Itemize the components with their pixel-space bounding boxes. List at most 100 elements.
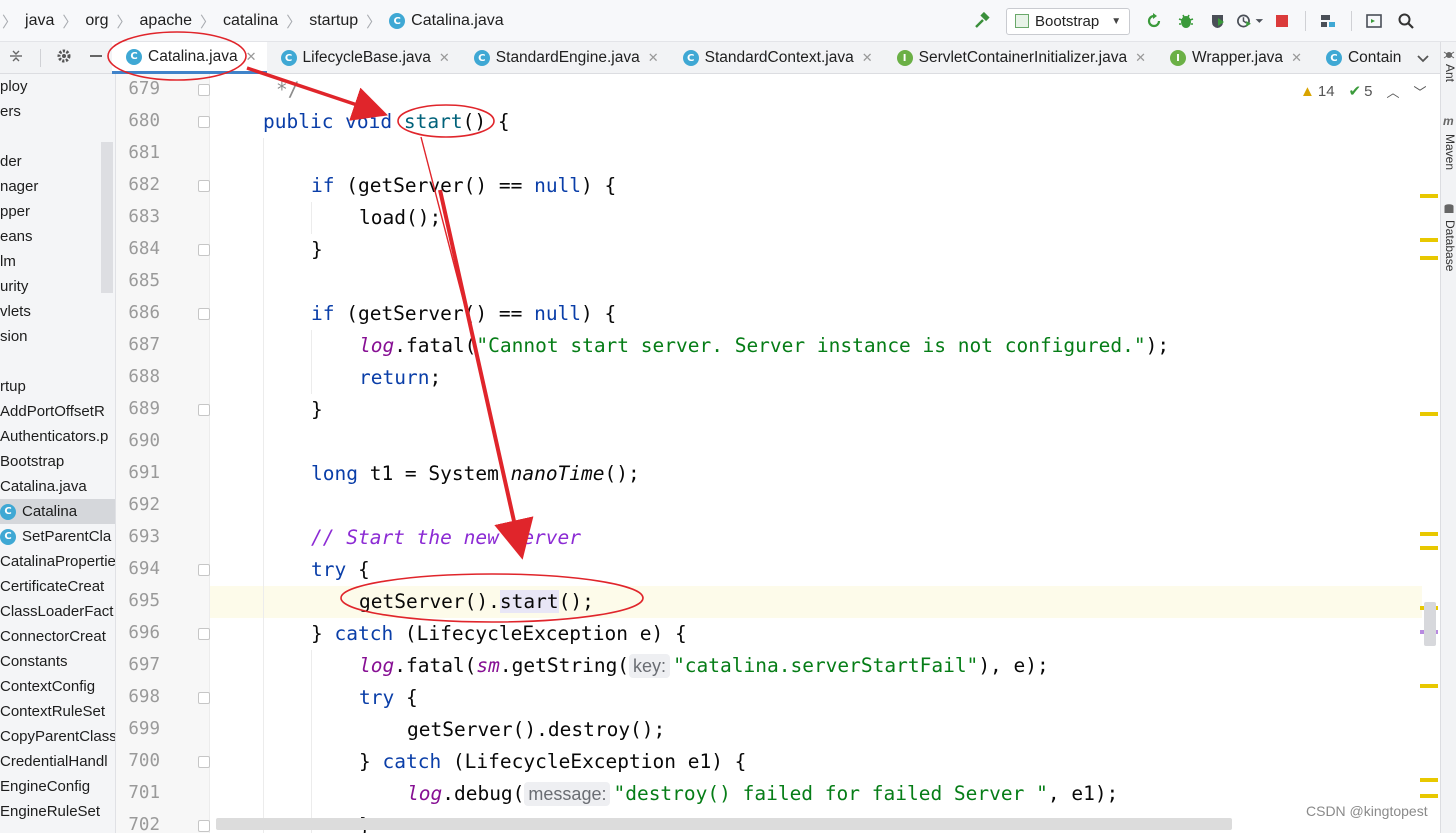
tree-item[interactable]: Constants bbox=[0, 649, 68, 674]
tree-item-selected[interactable]: C Catalina bbox=[0, 499, 115, 524]
tree-item[interactable]: ers bbox=[0, 99, 21, 124]
tab-servletcontainerinitializer-java[interactable]: I ServletContainerInitializer.java ✕ bbox=[883, 42, 1156, 74]
warning-marker[interactable] bbox=[1420, 546, 1438, 550]
tool-window-maven[interactable]: Maven bbox=[1441, 134, 1456, 170]
tree-item[interactable]: pper bbox=[0, 199, 30, 224]
close-icon[interactable]: ✕ bbox=[439, 50, 450, 66]
collapse-all-icon[interactable] bbox=[8, 48, 24, 68]
tree-item[interactable]: ContextRuleSet bbox=[0, 699, 105, 724]
warning-marker[interactable] bbox=[1420, 256, 1438, 260]
fold-marker[interactable] bbox=[198, 308, 210, 320]
tree-item[interactable]: rtup bbox=[0, 374, 26, 399]
close-icon[interactable]: ✕ bbox=[648, 50, 659, 66]
search-icon[interactable] bbox=[1392, 7, 1420, 35]
tab-container[interactable]: C Contain bbox=[1312, 42, 1411, 74]
tab-standardcontext-java[interactable]: C StandardContext.java ✕ bbox=[669, 42, 883, 74]
close-icon[interactable]: ✕ bbox=[246, 49, 257, 65]
terminal-icon[interactable] bbox=[1360, 7, 1388, 35]
tree-item[interactable]: EngineConfig bbox=[0, 774, 90, 799]
fold-marker[interactable] bbox=[198, 404, 210, 416]
fold-marker[interactable] bbox=[198, 692, 210, 704]
profile-icon[interactable] bbox=[1236, 7, 1264, 35]
fold-marker[interactable] bbox=[198, 820, 210, 832]
minimize-icon[interactable] bbox=[88, 48, 104, 68]
line-number: 702 bbox=[128, 815, 160, 833]
tab-lifecyclebase-java[interactable]: C LifecycleBase.java ✕ bbox=[267, 42, 460, 74]
tree-item[interactable]: Catalina.java bbox=[0, 474, 87, 499]
tree-item[interactable]: vlets bbox=[0, 299, 31, 324]
warning-marker[interactable] bbox=[1420, 532, 1438, 536]
warning-marker[interactable] bbox=[1420, 794, 1438, 798]
tree-item[interactable]: ConnectorCreat bbox=[0, 624, 106, 649]
tree-item[interactable]: AddPortOffsetR bbox=[0, 399, 105, 424]
breadcrumb-startup[interactable]: startup bbox=[303, 12, 364, 30]
warning-marker[interactable] bbox=[1420, 778, 1438, 782]
scrollbar-thumb[interactable] bbox=[1424, 602, 1436, 646]
warning-marker[interactable] bbox=[1420, 412, 1438, 416]
tree-item[interactable]: ContextConfig bbox=[0, 674, 95, 699]
tree-item[interactable]: eans bbox=[0, 224, 33, 249]
fold-marker[interactable] bbox=[198, 116, 210, 128]
close-icon[interactable]: ✕ bbox=[1291, 50, 1302, 66]
horizontal-scrollbar[interactable] bbox=[216, 818, 1232, 830]
warning-marker[interactable] bbox=[1420, 684, 1438, 688]
tree-item[interactable]: nager bbox=[0, 174, 38, 199]
tree-item[interactable]: ploy bbox=[0, 74, 28, 99]
close-icon[interactable]: ✕ bbox=[1135, 50, 1146, 66]
fold-marker[interactable] bbox=[198, 564, 210, 576]
close-icon[interactable]: ✕ bbox=[862, 50, 873, 66]
breadcrumb-catalina[interactable]: catalina bbox=[217, 12, 284, 30]
breadcrumb-apache[interactable]: apache bbox=[134, 12, 199, 30]
code-editor[interactable]: */ public void start() { if (getServer()… bbox=[210, 74, 1422, 833]
fold-marker[interactable] bbox=[198, 244, 210, 256]
chevron-up-icon[interactable]: ︿ bbox=[1386, 82, 1399, 101]
tree-item[interactable]: CopyParentClass bbox=[0, 724, 115, 749]
tool-window-database[interactable]: Database bbox=[1441, 220, 1456, 271]
tab-wrapper-java[interactable]: I Wrapper.java ✕ bbox=[1156, 42, 1312, 74]
breadcrumb-file[interactable]: C Catalina.java bbox=[383, 12, 510, 30]
debug-icon[interactable] bbox=[1172, 7, 1200, 35]
fold-marker[interactable] bbox=[198, 84, 210, 96]
tab-catalina-java[interactable]: C Catalina.java ✕ bbox=[112, 42, 267, 74]
tree-item[interactable]: CredentialHandl bbox=[0, 749, 108, 774]
tree-item[interactable]: Authenticators.p bbox=[0, 424, 108, 449]
warning-marker[interactable] bbox=[1420, 238, 1438, 242]
rerun-icon[interactable] bbox=[1140, 7, 1168, 35]
watermark: CSDN @kingtopest bbox=[1306, 803, 1428, 819]
editor-gutter: 679 680 681 682 683 684 685 686 687 688 … bbox=[116, 74, 210, 833]
tree-item[interactable]: urity bbox=[0, 274, 28, 299]
divider bbox=[1300, 7, 1310, 35]
fold-marker[interactable] bbox=[198, 628, 210, 640]
error-stripe[interactable] bbox=[1418, 74, 1440, 833]
chevron-down-icon[interactable] bbox=[1416, 42, 1430, 74]
run-configuration-select[interactable]: Bootstrap ▼ bbox=[1006, 7, 1131, 35]
fold-marker[interactable] bbox=[198, 756, 210, 768]
code-text: } bbox=[311, 622, 335, 645]
tree-item[interactable]: der bbox=[0, 149, 22, 174]
tree-item[interactable]: CertificateCreat bbox=[0, 574, 104, 599]
hammer-icon[interactable] bbox=[968, 7, 996, 35]
tool-window-ant[interactable]: Ant bbox=[1441, 64, 1456, 82]
tree-item[interactable]: lm bbox=[0, 249, 16, 274]
stop-icon[interactable] bbox=[1268, 7, 1296, 35]
tree-item[interactable]: C SetParentCla bbox=[0, 524, 111, 549]
project-structure-icon[interactable] bbox=[1314, 7, 1342, 35]
warning-marker[interactable] bbox=[1420, 194, 1438, 198]
coverage-icon[interactable] bbox=[1204, 7, 1232, 35]
tree-item-label: Catalina bbox=[22, 503, 78, 520]
tab-standardengine-java[interactable]: C StandardEngine.java ✕ bbox=[460, 42, 669, 74]
tree-item[interactable]: EngineRuleSet bbox=[0, 799, 100, 824]
tree-item[interactable]: Bootstrap bbox=[0, 449, 64, 474]
fold-marker[interactable] bbox=[198, 180, 210, 192]
settings-icon[interactable] bbox=[56, 48, 72, 68]
scrollbar[interactable] bbox=[101, 142, 113, 293]
tree-item[interactable]: CatalinaPropertie bbox=[0, 549, 115, 574]
parameter-hint: message: bbox=[524, 782, 611, 806]
breadcrumb-org[interactable]: org bbox=[79, 12, 114, 30]
tab-label: Wrapper.java bbox=[1192, 49, 1284, 66]
tree-item[interactable]: sion bbox=[0, 324, 28, 349]
breadcrumb-java[interactable]: java bbox=[19, 12, 60, 30]
inspection-widget[interactable]: ▲ 14 ✔ 5 ︿ ﹀ bbox=[1300, 76, 1427, 106]
tree-item[interactable]: ClassLoaderFact bbox=[0, 599, 113, 624]
code-text: .debug( bbox=[442, 782, 525, 805]
